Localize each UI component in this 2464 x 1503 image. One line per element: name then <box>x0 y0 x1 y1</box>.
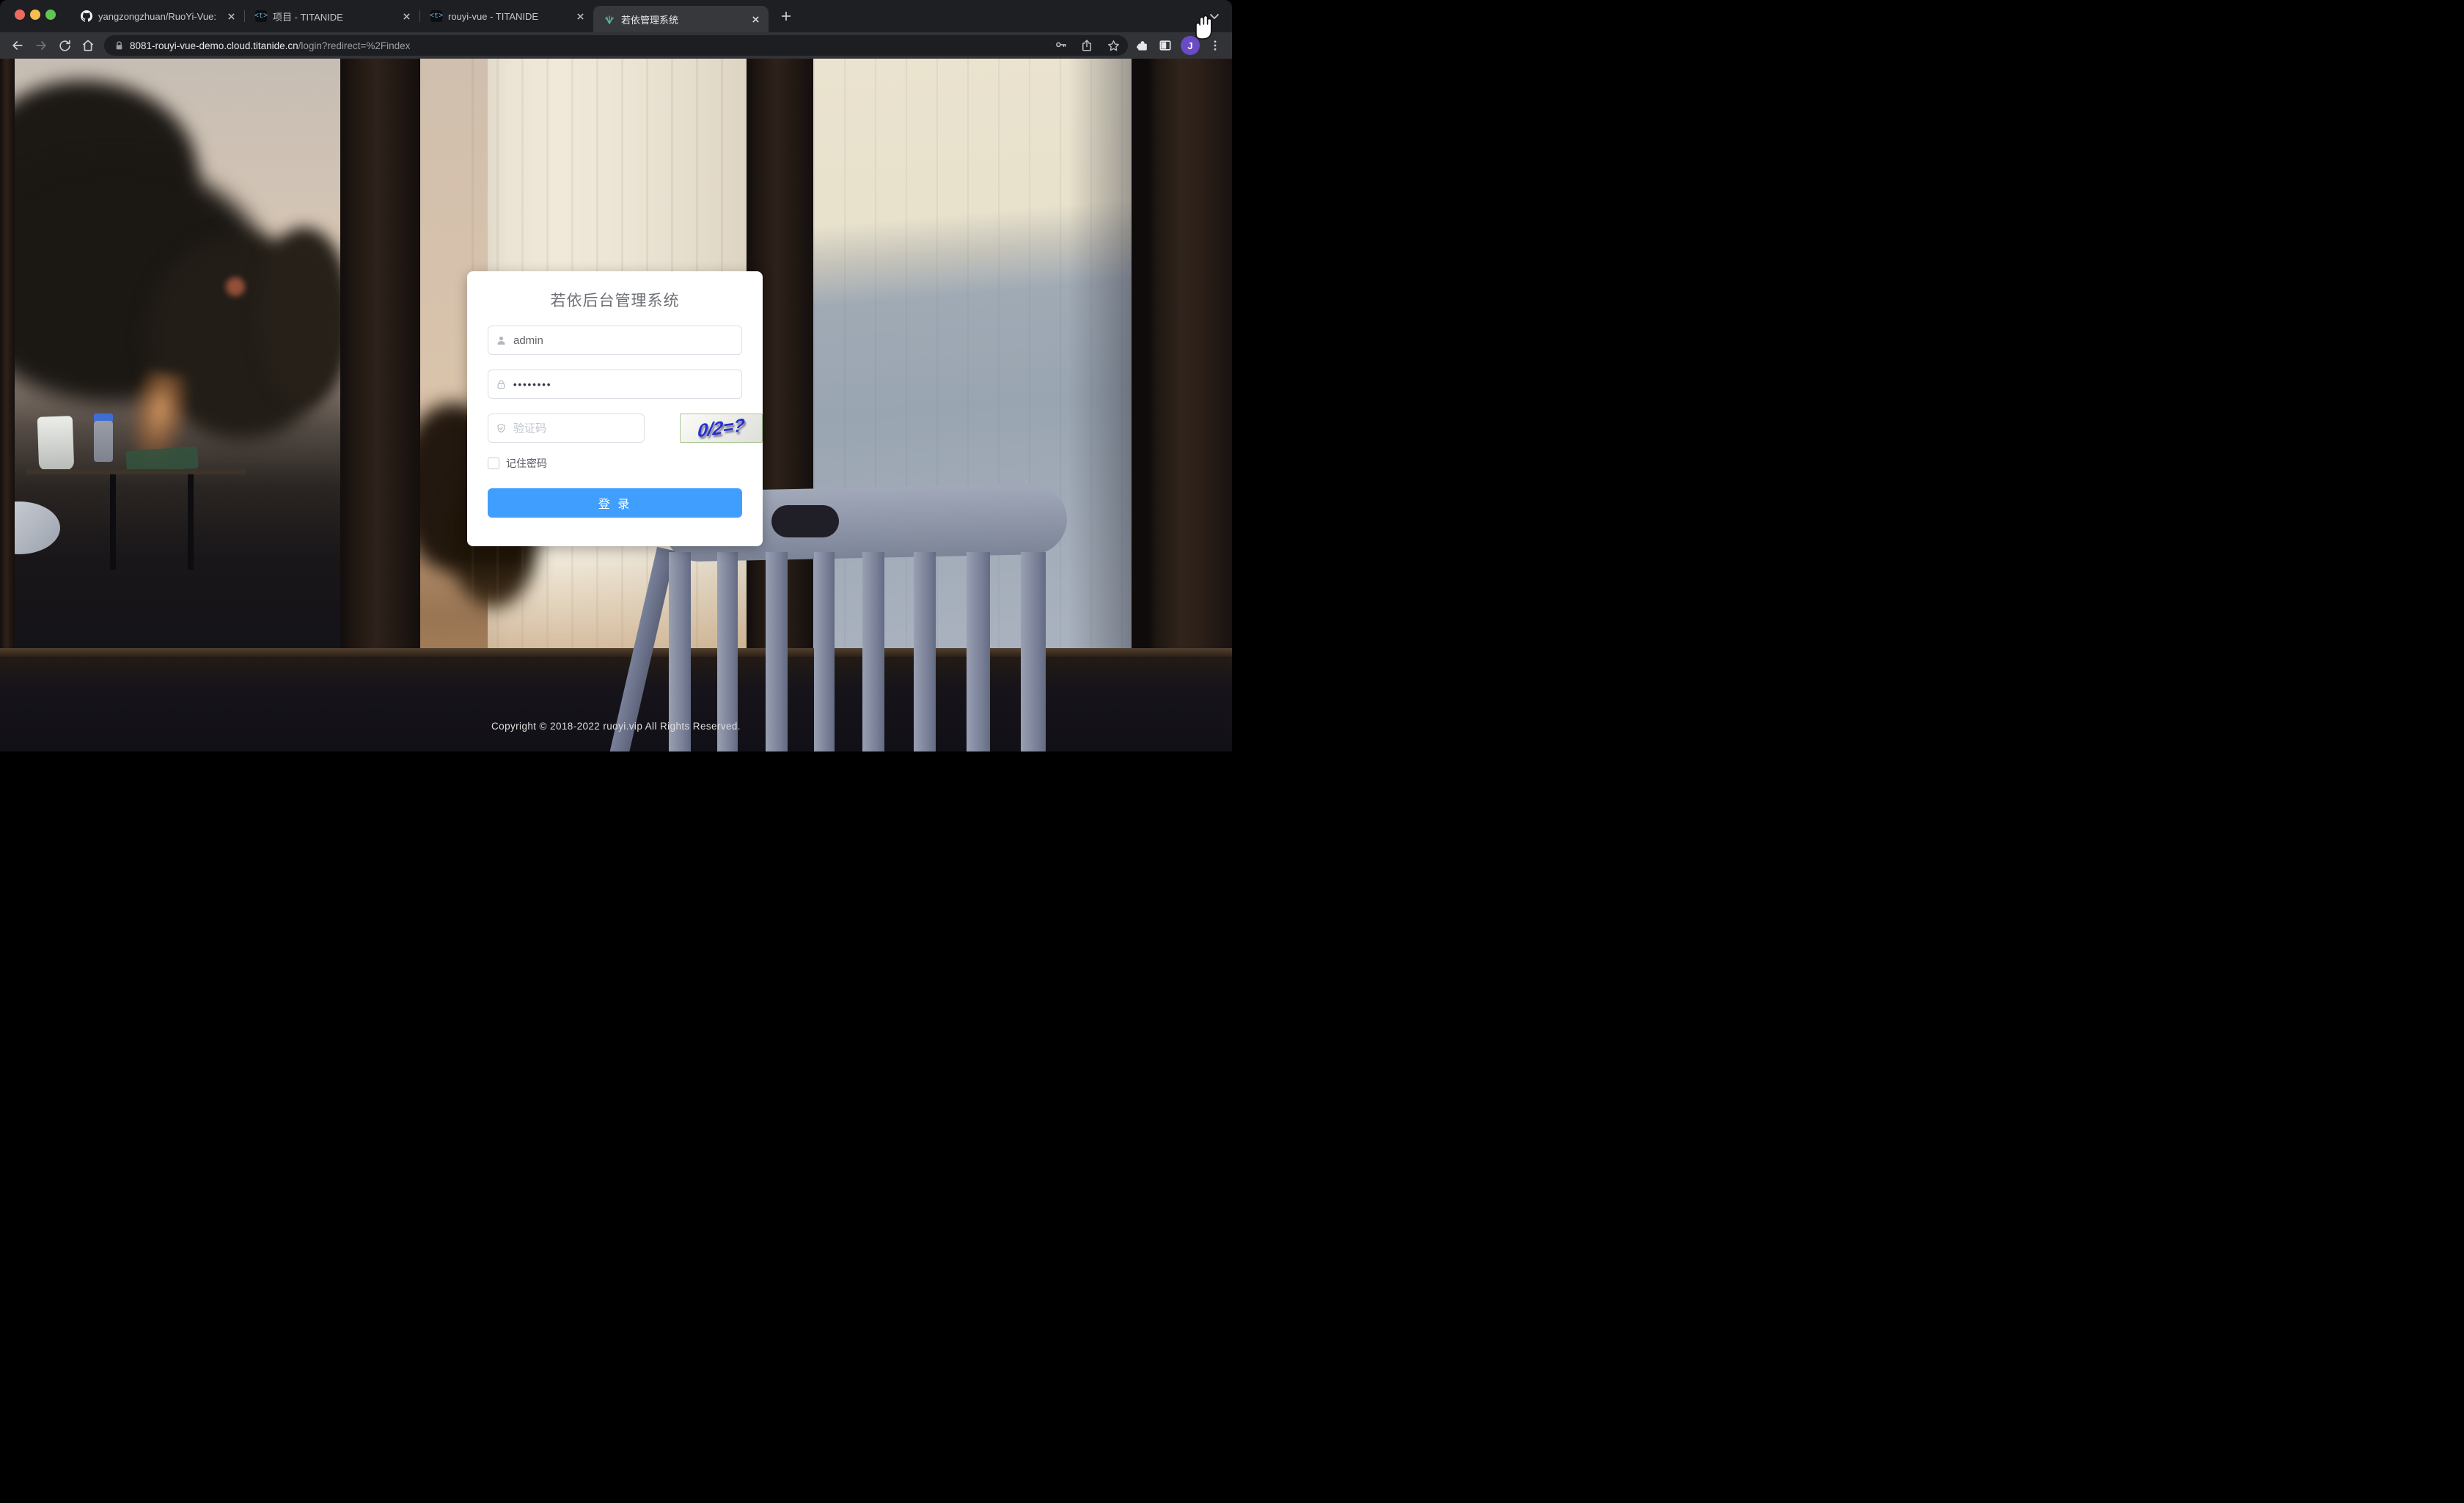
page-title: 若依后台管理系统 <box>467 289 763 311</box>
kebab-menu-icon[interactable] <box>1208 38 1222 53</box>
copyright-text: Copyright © 2018-2022 ruoyi.vip All Righ… <box>0 721 1232 732</box>
close-window-button[interactable] <box>15 10 25 20</box>
bottle <box>94 421 113 462</box>
password-field[interactable] <box>488 370 742 399</box>
lock-icon <box>488 379 513 390</box>
captcha-input[interactable] <box>513 422 644 435</box>
table-leg <box>110 474 116 570</box>
browser-window: yangzongzhuan/RuoYi-Vue: (Ru <t> 项目 - TI… <box>0 0 1232 752</box>
tab-ruoyi-active[interactable]: 若依管理系统 <box>593 6 769 32</box>
tab-title: 若依管理系统 <box>621 12 744 26</box>
new-tab-button[interactable] <box>779 9 793 23</box>
close-icon[interactable] <box>400 10 412 22</box>
remember-checkbox[interactable] <box>488 457 499 469</box>
url-bar[interactable]: 8081-rouyi-vue-demo.cloud.titanide.cn/lo… <box>104 35 1128 56</box>
url-path: /login?redirect=%2Findex <box>298 40 411 51</box>
remember-label: 记住密码 <box>506 456 547 471</box>
paper-cup <box>37 416 75 471</box>
reload-icon[interactable] <box>56 37 73 54</box>
tab-title: rouyi-vue - TITANIDE <box>448 11 568 22</box>
tab-title: 项目 - TITANIDE <box>273 10 395 23</box>
chair-handle-hole <box>771 505 839 537</box>
tab-title: yangzongzhuan/RuoYi-Vue: (Ru <box>98 11 219 22</box>
table-edge <box>26 469 246 474</box>
forward-icon[interactable] <box>32 37 50 54</box>
shield-check-icon <box>488 423 513 434</box>
password-key-icon[interactable] <box>1053 38 1068 53</box>
login-button[interactable]: 登 录 <box>488 488 742 518</box>
titanide-icon: <t> <box>430 10 442 22</box>
table-leg <box>188 474 194 570</box>
close-icon[interactable] <box>225 10 237 22</box>
tab-github-ruoyi[interactable]: yangzongzhuan/RuoYi-Vue: (Ru <box>70 0 244 32</box>
username-input[interactable] <box>513 334 741 347</box>
captcha-image[interactable]: 0/2=? <box>680 414 763 443</box>
remember-password-row[interactable]: 记住密码 <box>488 456 547 471</box>
side-panel-icon[interactable] <box>1158 38 1173 53</box>
username-field[interactable] <box>488 326 742 355</box>
close-icon[interactable] <box>749 13 761 25</box>
browser-toolbar: 8081-rouyi-vue-demo.cloud.titanide.cn/lo… <box>0 32 1232 59</box>
minimize-window-button[interactable] <box>30 10 40 20</box>
home-icon[interactable] <box>79 37 97 54</box>
tab-titanide-rouyi-vue[interactable]: <t> rouyi-vue - TITANIDE <box>420 0 593 32</box>
user-icon <box>488 335 513 346</box>
github-icon <box>81 10 92 22</box>
ruoyi-leaf-icon <box>604 13 615 25</box>
password-input[interactable] <box>513 379 741 390</box>
lock-icon[interactable] <box>114 41 124 51</box>
extensions-puzzle-icon[interactable] <box>1135 38 1150 53</box>
titanide-icon: <t> <box>255 10 267 22</box>
url-host: 8081-rouyi-vue-demo.cloud.titanide.cn <box>130 40 298 51</box>
share-icon[interactable] <box>1079 38 1094 53</box>
login-card: 若依后台管理系统 0/2=? 记住密码 登 录 <box>467 271 763 546</box>
tab-strip: yangzongzhuan/RuoYi-Vue: (Ru <t> 项目 - TI… <box>0 0 1232 32</box>
fullscreen-window-button[interactable] <box>45 10 56 20</box>
tab-titanide-project[interactable]: <t> 项目 - TITANIDE <box>245 0 419 32</box>
close-icon[interactable] <box>574 10 586 22</box>
bookmark-star-icon[interactable] <box>1106 38 1121 53</box>
captcha-field[interactable] <box>488 414 645 443</box>
back-icon[interactable] <box>9 37 26 54</box>
mouse-cursor-hand <box>1189 12 1214 40</box>
captcha-text: 0/2=? <box>697 414 746 441</box>
